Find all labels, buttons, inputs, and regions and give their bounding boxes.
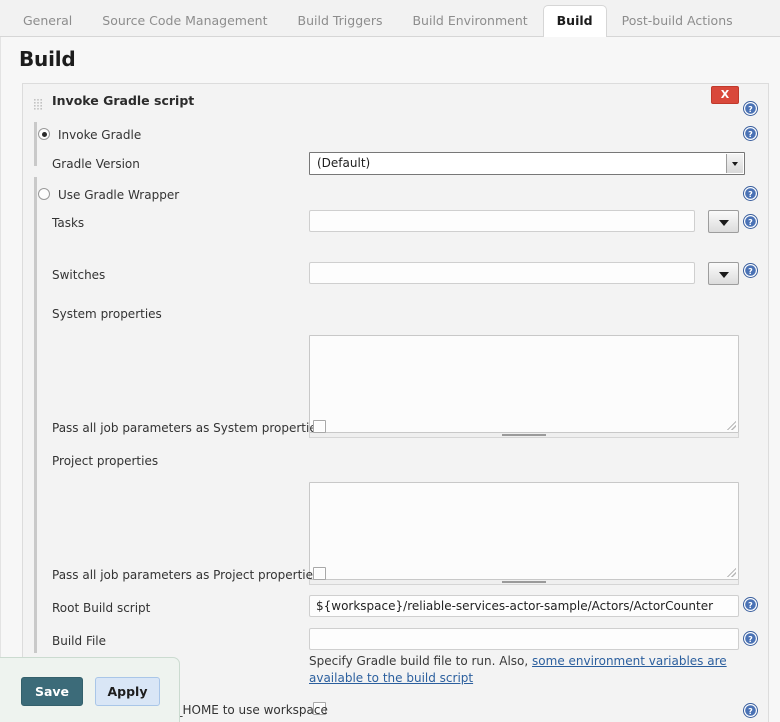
help-icon-tasks[interactable]: ? [743, 214, 758, 229]
apply-button[interactable]: Apply [95, 677, 160, 706]
label-system-properties: System properties [52, 307, 162, 321]
help-icon-build-file[interactable]: ? [743, 631, 758, 646]
help-icon-force-gradle-user-home[interactable]: ? [743, 703, 758, 718]
resize-grip-icon[interactable] [727, 568, 736, 577]
textarea-project-properties-resizer[interactable] [309, 580, 739, 585]
switches-dropdown-button[interactable] [708, 262, 739, 285]
chevron-down-icon [726, 154, 743, 173]
textarea-project-properties[interactable] [309, 482, 739, 580]
svg-text:?: ? [748, 707, 753, 716]
help-icon-root-build-script[interactable]: ? [743, 597, 758, 612]
svg-text:?: ? [748, 601, 753, 610]
builder-panel-header: Invoke Gradle script X [23, 84, 768, 114]
tasks-dropdown-button[interactable] [708, 210, 739, 233]
label-switches: Switches [52, 268, 105, 282]
page-body: Build Invoke Gradle script X [0, 37, 780, 722]
input-build-file[interactable] [309, 628, 739, 650]
textarea-system-properties-resizer[interactable] [309, 433, 739, 438]
label-project-properties: Project properties [52, 454, 158, 468]
select-gradle-version-value: (Default) [317, 156, 370, 170]
build-file-help-text: Specify Gradle build file to run. Also, … [309, 653, 749, 687]
textarea-system-properties[interactable] [309, 335, 739, 433]
page-title: Build [1, 37, 780, 71]
floating-action-bar: Save Apply [0, 657, 180, 722]
checkbox-pass-system-properties[interactable] [313, 420, 326, 433]
save-button[interactable]: Save [21, 677, 83, 706]
svg-text:?: ? [748, 190, 753, 199]
textarea-system-properties-wrap [309, 335, 739, 433]
label-tasks: Tasks [52, 216, 84, 230]
invoke-gradle-builder-panel: Invoke Gradle script X Invoke Gradle Gra… [22, 83, 769, 722]
help-text-prefix: Specify Gradle build file to run. Also, [309, 654, 532, 668]
resize-grip-icon[interactable] [727, 421, 736, 430]
tab-build[interactable]: Build [543, 5, 607, 38]
help-icon-gradle-version[interactable]: ? [743, 126, 758, 141]
label-pass-project-properties: Pass all job parameters as Project prope… [52, 568, 319, 582]
help-icon-switches[interactable]: ? [743, 263, 758, 278]
input-tasks[interactable] [309, 210, 695, 232]
radio-section-bar-invoke [34, 122, 37, 166]
label-pass-system-properties: Pass all job parameters as System proper… [52, 421, 323, 435]
radio-invoke-gradle[interactable] [38, 128, 50, 140]
textarea-project-properties-wrap [309, 482, 739, 580]
svg-text:?: ? [748, 105, 753, 114]
help-icon-invoke-gradle[interactable]: ? [743, 101, 758, 116]
svg-text:?: ? [748, 130, 753, 139]
tab-build-environment[interactable]: Build Environment [397, 5, 542, 37]
jenkins-build-config-page: General Source Code Management Build Tri… [0, 0, 780, 722]
drag-handle-icon[interactable] [34, 95, 43, 106]
help-icon-use-gradle-wrapper[interactable]: ? [743, 186, 758, 201]
svg-text:?: ? [748, 635, 753, 644]
tab-source-code-management[interactable]: Source Code Management [87, 5, 282, 37]
radio-section-bar-wrapper [34, 177, 37, 653]
select-gradle-version[interactable]: (Default) [309, 152, 745, 175]
tab-general[interactable]: General [8, 5, 87, 37]
label-use-gradle-wrapper: Use Gradle Wrapper [58, 188, 179, 202]
tab-post-build-actions[interactable]: Post-build Actions [607, 5, 748, 37]
checkbox-pass-project-properties[interactable] [313, 567, 326, 580]
radio-use-gradle-wrapper[interactable] [38, 188, 50, 200]
label-gradle-version: Gradle Version [52, 157, 140, 171]
tab-build-triggers[interactable]: Build Triggers [283, 5, 398, 37]
delete-builder-button[interactable]: X [711, 86, 739, 104]
label-build-file: Build File [52, 634, 106, 648]
config-tab-bar: General Source Code Management Build Tri… [0, 0, 780, 37]
label-root-build-script: Root Build script [52, 601, 150, 615]
label-invoke-gradle: Invoke Gradle [58, 128, 141, 142]
input-switches[interactable] [309, 262, 695, 284]
input-root-build-script[interactable] [309, 595, 739, 617]
svg-text:?: ? [748, 218, 753, 227]
builder-panel-title: Invoke Gradle script [52, 93, 194, 108]
svg-text:?: ? [748, 267, 753, 276]
